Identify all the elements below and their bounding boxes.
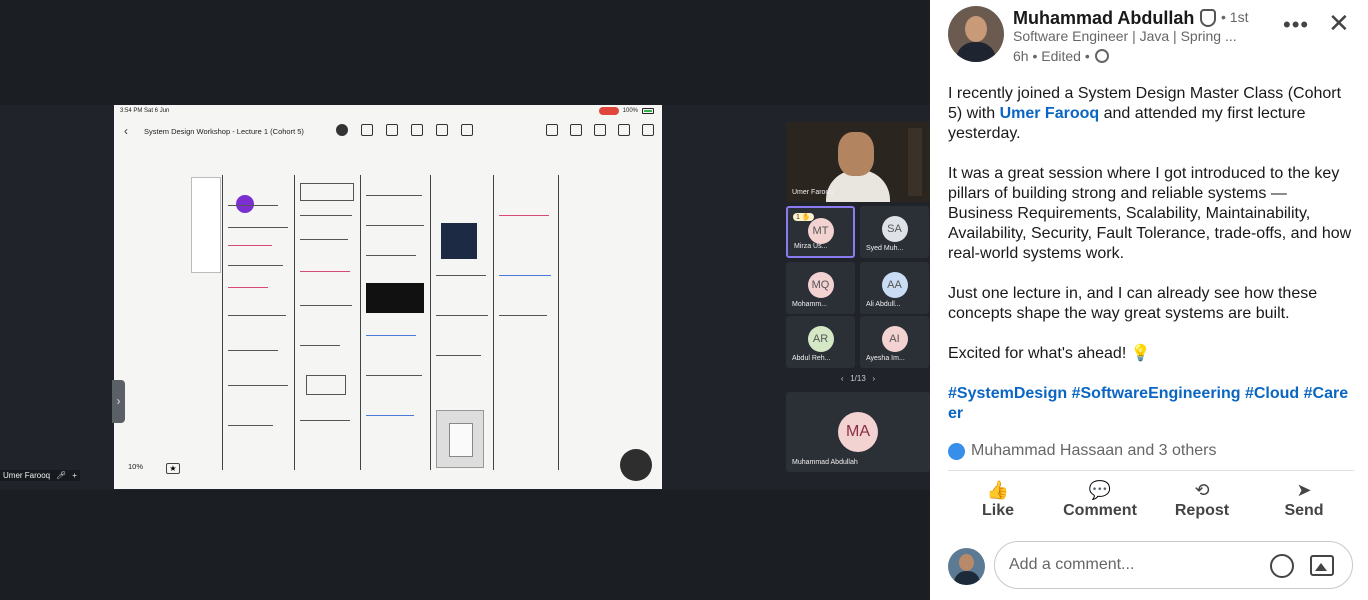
- clipboard-icon: [546, 124, 558, 136]
- presenter-name: Umer Farooq: [792, 189, 834, 196]
- divider: [948, 470, 1354, 471]
- notes-title: System Design Workshop - Lecture 1 (Coho…: [144, 127, 304, 136]
- pen-tool-icon: [336, 124, 348, 136]
- expand-panel-handle[interactable]: ›: [112, 380, 125, 423]
- compose-icon: [642, 124, 654, 136]
- terminal-image: [366, 283, 424, 313]
- screenshot-image: [441, 223, 477, 259]
- presenter-name-tag: Umer Farooq 🎤︎ +: [0, 470, 80, 481]
- undo-icon: [570, 124, 582, 136]
- like-button[interactable]: 👍 Like: [948, 476, 1048, 528]
- participant-name: Abdul Reh...: [792, 355, 831, 362]
- comment-input[interactable]: [1009, 555, 1259, 575]
- media-viewer: 3:54 PM Sat 6 Jun 100% ‹ System Design W…: [0, 0, 930, 600]
- emoji-icon[interactable]: [1270, 554, 1294, 578]
- mic-icon: 🎤︎: [56, 471, 67, 480]
- shared-ipad-screen: 3:54 PM Sat 6 Jun 100% ‹ System Design W…: [114, 105, 662, 489]
- star-icon: ★: [166, 463, 180, 474]
- comment-button[interactable]: 💬 Comment: [1050, 476, 1150, 528]
- post-meta: 6h • Edited •: [1013, 48, 1109, 64]
- hashtag-links[interactable]: #SystemDesign #SoftwareEngineering #Clou…: [948, 384, 1356, 424]
- more-options-button[interactable]: •••: [1283, 12, 1309, 38]
- participant-avatar: MQ: [807, 272, 834, 298]
- more-icon: [618, 124, 630, 136]
- participant-tile[interactable]: SA Syed Muh...: [860, 206, 929, 258]
- connection-degree: • 1st: [1221, 9, 1249, 25]
- share-icon: [594, 124, 606, 136]
- repost-button[interactable]: ⟲ Repost: [1152, 476, 1252, 528]
- participant-tile[interactable]: MQ Mohamm...: [786, 262, 855, 314]
- battery-icon: [642, 108, 654, 114]
- author-name[interactable]: Muhammad Abdullah: [1013, 8, 1194, 29]
- self-name: Muhammad Abdullah: [792, 459, 858, 466]
- raised-hand-icon: 1 ✋: [793, 213, 814, 221]
- participant-tile[interactable]: 1 ✋ MT Mirza Us...: [786, 206, 855, 258]
- globe-icon: [1094, 49, 1109, 63]
- verified-icon: [1200, 9, 1216, 27]
- post-actions: 👍 Like 💬 Comment ⟲ Repost ➤ Send: [948, 476, 1354, 528]
- shapes-tool-icon: [386, 124, 398, 136]
- pencil-tool-icon: [620, 449, 652, 481]
- participant-avatar: SA: [881, 216, 908, 242]
- participant-avatar: AA: [881, 272, 908, 298]
- participant-name: Mirza Us...: [794, 243, 828, 250]
- book-image: [436, 410, 484, 468]
- self-avatar: MA: [838, 412, 878, 452]
- send-icon: ➤: [1296, 480, 1312, 500]
- like-reaction-icon: [948, 442, 965, 460]
- participant-name: Mohamm...: [792, 301, 828, 308]
- participant-tile[interactable]: AR Abdul Reh...: [786, 316, 855, 368]
- text-tool-icon: [361, 124, 373, 136]
- ipad-clock: 3:54 PM Sat 6 Jun: [120, 108, 170, 114]
- thumbs-up-icon: 👍: [986, 480, 1010, 500]
- close-button[interactable]: ✕: [1328, 8, 1350, 39]
- post-body: I recently joined a System Design Master…: [948, 84, 1356, 444]
- media-tool-icon: [411, 124, 423, 136]
- participant-avatar: AI: [881, 326, 908, 352]
- comment-box: [994, 541, 1353, 589]
- repost-icon: ⟲: [1194, 480, 1210, 500]
- author-avatar[interactable]: [948, 6, 1004, 62]
- send-button[interactable]: ➤ Send: [1254, 476, 1354, 528]
- participant-avatar: AR: [807, 326, 834, 352]
- zoom-level: 10%: [128, 462, 144, 471]
- mention-link[interactable]: Umer Farooq: [1000, 105, 1100, 122]
- post-panel: Muhammad Abdullah • 1st Software Enginee…: [930, 0, 1368, 600]
- participant-name: Syed Muh...: [866, 245, 904, 252]
- commenter-avatar: [948, 548, 985, 585]
- participant-pager[interactable]: ‹ 1/13 ›: [786, 374, 930, 383]
- participant-name: Ayesha Im...: [866, 355, 905, 362]
- slide-thumbnail: [191, 177, 221, 273]
- add-icon: +: [72, 471, 77, 480]
- reactions-summary[interactable]: Muhammad Hassaan and 3 others: [948, 442, 1216, 460]
- author-headline: Software Engineer | Java | Spring ...: [1013, 28, 1237, 44]
- ipad-toolbar: ‹ System Design Workshop - Lecture 1 (Co…: [114, 119, 662, 143]
- participant-name: Ali Abdull...: [866, 301, 901, 308]
- participant-avatar: MT: [807, 218, 834, 244]
- back-chevron-icon: ‹: [124, 124, 128, 138]
- presenter-video: [838, 132, 874, 176]
- diagram-image: [236, 195, 254, 213]
- image-icon[interactable]: [1310, 555, 1334, 576]
- battery-percent: 100%: [622, 108, 638, 114]
- participant-tile[interactable]: AA Ali Abdull...: [860, 262, 929, 314]
- recording-icon: [598, 107, 619, 115]
- ipad-status-bar: 3:54 PM Sat 6 Jun 100%: [114, 105, 662, 119]
- self-tile[interactable]: MA Muhammad Abdullah: [786, 392, 930, 472]
- attach-tool-icon: [461, 124, 473, 136]
- table-tool-icon: [436, 124, 448, 136]
- whiteboard-notes: [186, 175, 566, 475]
- presenter-tile[interactable]: Umer Farooq: [786, 122, 930, 202]
- comment-icon: 💬: [1088, 480, 1112, 500]
- participant-tile[interactable]: AI Ayesha Im...: [860, 316, 929, 368]
